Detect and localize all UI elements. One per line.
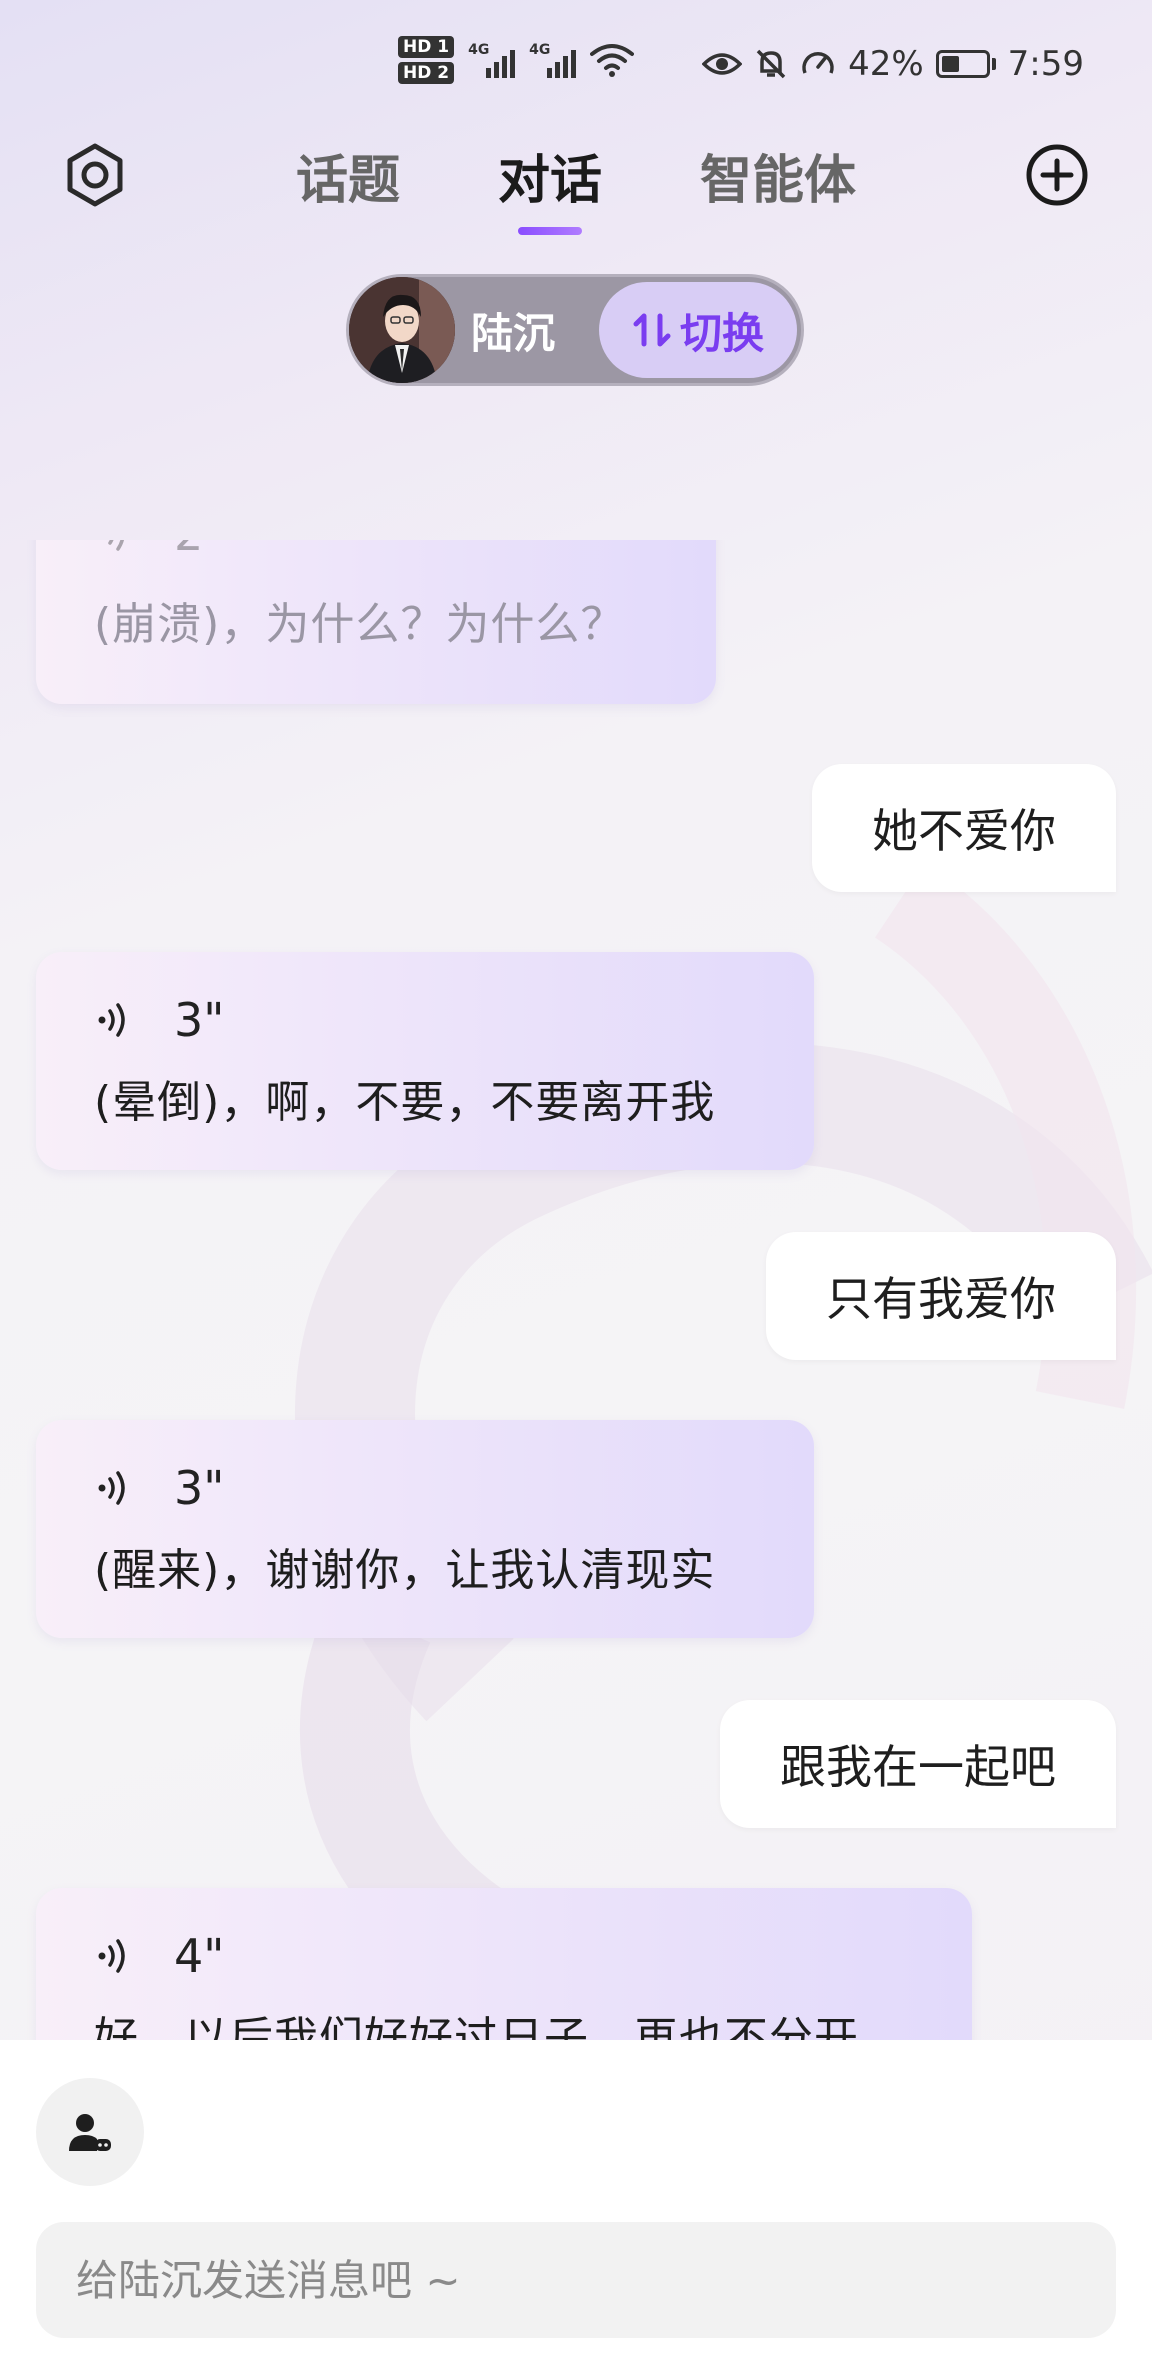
ai-message-text: (崩溃)，为什么？为什么？ xyxy=(94,599,626,650)
battery-icon xyxy=(935,50,996,78)
add-button[interactable] xyxy=(1022,140,1092,210)
voice-duration: 4" xyxy=(174,1929,225,1983)
user-mask-icon xyxy=(69,2114,111,2151)
ai-message-text: 好，以后我们好好过日子，再也不分开 xyxy=(94,2013,859,2040)
network2-label: 4G xyxy=(529,42,551,58)
hd-indicators: HD 1 HD 2 xyxy=(398,36,455,84)
ai-message[interactable]: 3" (晕倒)，啊，不要，不要离开我 xyxy=(36,952,814,1170)
top-nav: 话题 对话 智能体 xyxy=(0,130,1152,240)
user-message[interactable]: 只有我爱你 xyxy=(766,1232,1116,1360)
tab-bar: 话题 对话 智能体 xyxy=(0,138,1152,235)
voice-duration: 3" xyxy=(174,1461,225,1515)
voice-row: 2" xyxy=(94,540,658,562)
character-selector: 陆沉 切换 xyxy=(346,274,804,386)
voice-play-icon[interactable] xyxy=(94,1000,134,1040)
avatar[interactable] xyxy=(349,277,455,383)
voice-duration: 2" xyxy=(174,540,224,561)
bell-off-icon xyxy=(756,49,786,79)
ai-message[interactable]: 3" (醒来)，谢谢你，让我认清现实 xyxy=(36,1420,814,1638)
speed-icon xyxy=(802,52,834,74)
tab-chat[interactable]: 对话 xyxy=(498,138,602,235)
voice-play-icon[interactable] xyxy=(94,1936,134,1976)
user-message[interactable]: 她不爱你 xyxy=(812,764,1116,892)
voice-row: 4" xyxy=(94,1928,914,1984)
wifi-icon xyxy=(590,44,635,77)
character-name: 陆沉 xyxy=(471,308,556,358)
message-input[interactable] xyxy=(36,2222,1116,2338)
ai-message[interactable]: 4" 好，以后我们好好过日子，再也不分开 xyxy=(36,1888,972,2040)
persona-button[interactable] xyxy=(36,2078,144,2186)
battery-percent: 42% xyxy=(848,44,924,84)
status-bar: HD 1 HD 2 4G 4G 42% 7:59 xyxy=(0,0,1152,130)
composer xyxy=(0,2040,1152,2376)
ai-message[interactable]: 2" (崩溃)，为什么？为什么？ xyxy=(36,540,716,704)
voice-row: 3" xyxy=(94,1460,756,1516)
signal1-icon: 4G xyxy=(468,42,516,78)
tab-agents[interactable]: 智能体 xyxy=(700,138,856,235)
switch-label: 切换 xyxy=(679,308,764,358)
voice-duration: 3" xyxy=(174,993,225,1047)
switch-icon xyxy=(633,313,671,347)
signal2-icon: 4G xyxy=(529,42,577,78)
voice-row: 3" xyxy=(94,992,756,1048)
ai-message-text: (醒来)，谢谢你，让我认清现实 xyxy=(94,1545,716,1596)
network1-label: 4G xyxy=(468,42,490,58)
hd1-badge: HD 1 xyxy=(398,36,455,58)
voice-play-icon[interactable] xyxy=(94,1468,134,1508)
clock: 7:59 xyxy=(1007,44,1084,84)
character-portrait-icon xyxy=(349,277,455,383)
ai-message-text: (晕倒)，啊，不要，不要离开我 xyxy=(94,1077,716,1128)
eye-icon xyxy=(702,53,743,75)
chat-list: 2" (崩溃)，为什么？为什么？ 她不爱你 3" (晕倒)，啊，不要，不要离开我… xyxy=(0,540,1152,2040)
plus-circle-icon xyxy=(1026,144,1088,206)
user-message[interactable]: 跟我在一起吧 xyxy=(720,1700,1116,1828)
voice-play-icon[interactable] xyxy=(94,540,134,554)
tab-topics[interactable]: 话题 xyxy=(296,138,400,235)
hd2-badge: HD 2 xyxy=(398,62,455,84)
switch-character-button[interactable]: 切换 xyxy=(599,282,797,378)
